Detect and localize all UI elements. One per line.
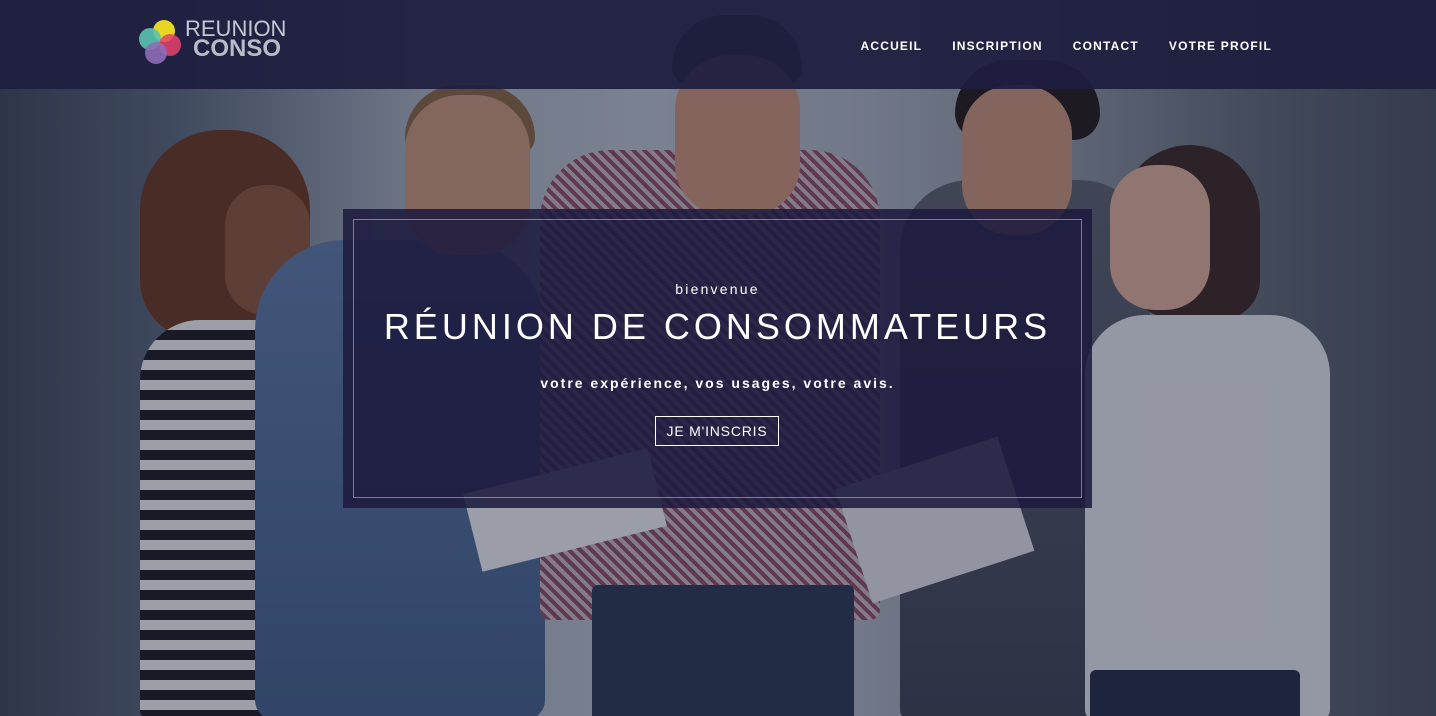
brand-logo[interactable]: REUNION CONSO [137,18,287,66]
hero-subtitle: votre expérience, vos usages, votre avis… [540,375,895,391]
nav-item-accueil[interactable]: ACCUEIL [860,38,922,54]
hero-card: bienvenue RÉUNION DE CONSOMMATEURS votre… [343,209,1092,508]
logo-mark-icon [139,20,181,64]
signup-button[interactable]: JE M'INSCRIS [655,416,779,446]
nav-item-inscription[interactable]: INSCRIPTION [952,38,1043,54]
nav-item-contact[interactable]: CONTACT [1073,38,1139,54]
main-nav: ACCUEIL INSCRIPTION CONTACT VOTRE PROFIL [860,38,1272,54]
hero-kicker: bienvenue [675,281,760,297]
hero-title: RÉUNION DE CONSOMMATEURS [383,306,1052,347]
brand-name-bottom: CONSO [193,35,282,62]
hero-card-frame: bienvenue RÉUNION DE CONSOMMATEURS votre… [353,219,1082,498]
top-navigation-bar: REUNION CONSO ACCUEIL INSCRIPTION CONTAC… [0,0,1436,89]
nav-item-votre-profil[interactable]: VOTRE PROFIL [1169,38,1272,54]
